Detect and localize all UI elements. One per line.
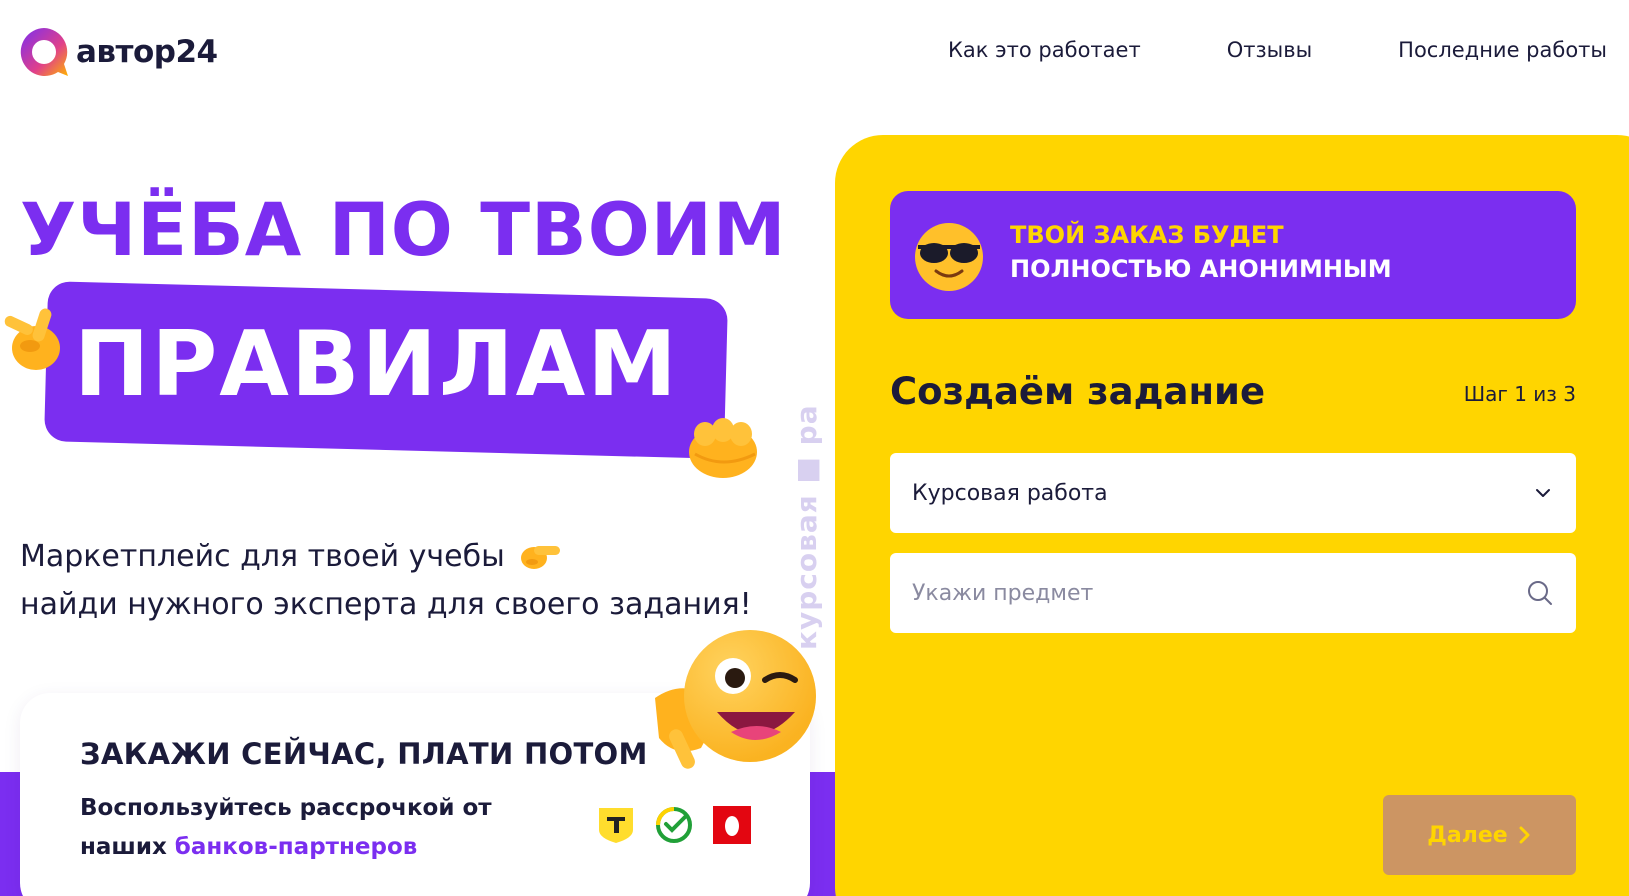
winking-pointing-emoji-icon (655, 630, 816, 769)
promo-text-prefix: наших (80, 834, 175, 860)
promo-text-line1: Воспользуйтесь рассрочкой от (80, 795, 492, 821)
promo-text: Воспользуйтесь рассрочкой от наших банко… (80, 789, 492, 867)
bank-logos (597, 806, 751, 844)
sberbank-logo-icon (656, 807, 692, 843)
logo-text: автор24 (76, 34, 218, 70)
bank-partners-link[interactable]: банков-партнеров (175, 834, 418, 860)
search-icon[interactable] (1526, 579, 1554, 607)
hero-subtitle-line2: найди нужного эксперта для своего задани… (20, 587, 752, 622)
anonymous-banner-line2: ПОЛНОСТЬЮ АНОНИМНЫМ (1010, 255, 1392, 283)
pointing-right-emoji-icon (521, 546, 561, 569)
hero-title-line1: УЧЁБА ПО ТВОИМ (20, 188, 787, 273)
work-type-select[interactable]: Курсовая работа (890, 453, 1576, 533)
chevron-right-icon (1519, 826, 1530, 844)
logo-mark-icon (20, 28, 68, 76)
form-title: Создаём задание (890, 370, 1266, 413)
next-button-label: Далее (1427, 822, 1508, 848)
promo-title: ЗАКАЖИ СЕЙЧАС, ПЛАТИ ПОТОМ (80, 737, 648, 771)
hero-title-line2: ПРАВИЛАМ (74, 312, 679, 417)
nav-how-it-works[interactable]: Как это работает (948, 38, 1141, 62)
next-button[interactable]: Далее (1383, 795, 1576, 875)
subject-input[interactable] (912, 580, 1526, 606)
subject-field (890, 553, 1576, 633)
rock-hand-emoji-icon (4, 308, 60, 370)
vertical-watermark-text: курсовая ■ ра (790, 404, 823, 650)
tbank-logo-icon (599, 808, 633, 843)
step-indicator: Шаг 1 из 3 (1463, 382, 1576, 406)
anonymous-banner: ТВОЙ ЗАКАЗ БУДЕТ ПОЛНОСТЬЮ АНОНИМНЫМ (890, 191, 1576, 319)
hero-subtitle-line1: Маркетплейс для твоей учебы (20, 539, 505, 574)
mts-bank-logo-icon (713, 806, 751, 844)
anonymous-banner-line1: ТВОЙ ЗАКАЗ БУДЕТ (1010, 221, 1284, 249)
work-type-value: Курсовая работа (912, 480, 1108, 506)
chevron-down-icon (1536, 489, 1550, 497)
sunglasses-emoji-icon (915, 223, 983, 291)
logo[interactable]: автор24 (18, 26, 218, 78)
nav-latest-works[interactable]: Последние работы (1398, 38, 1607, 62)
nav-reviews[interactable]: Отзывы (1227, 38, 1312, 62)
fist-emoji-icon (689, 418, 757, 478)
top-nav: Как это работает Отзывы Последние работы (948, 38, 1607, 62)
hero-subtitle: Маркетплейс для твоей учебы найди нужног… (20, 533, 752, 629)
